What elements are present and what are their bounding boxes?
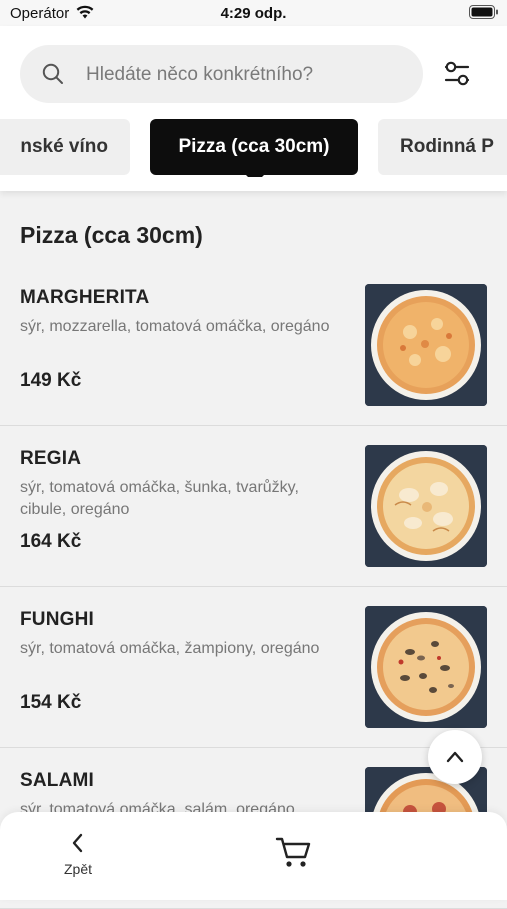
section-title: Pizza (cca 30cm) (20, 222, 203, 248)
item-description: sýr, tomatová omáčka, šunka, tvarůžky, c… (20, 479, 299, 518)
pizza-image[interactable] (365, 284, 487, 406)
item-price: 164 Kč (20, 531, 82, 552)
back-button[interactable]: Zpět (50, 832, 106, 884)
bottom-nav: Zpět (0, 812, 507, 900)
item-name: FUNGHI (20, 609, 95, 630)
search-icon (42, 63, 64, 90)
category-tabs: nské víno Pizza (cca 30cm) Rodinná P (0, 119, 507, 177)
pizza-image[interactable] (365, 606, 487, 728)
chevron-left-icon (68, 833, 88, 858)
item-description: sýr, mozzarella, tomatová omáčka, oregán… (20, 318, 330, 335)
tab-pizza[interactable]: Pizza (cca 30cm) (150, 119, 358, 175)
item-price: 149 Kč (20, 370, 82, 391)
battery-icon (469, 5, 499, 24)
cart-button[interactable] (274, 834, 314, 874)
item-price: 154 Kč (20, 692, 82, 713)
item-name: SALAMI (20, 770, 95, 791)
scroll-to-top-button[interactable] (428, 730, 482, 784)
clock: 4:29 odp. (220, 5, 287, 22)
item-name: MARGHERITA (20, 287, 150, 308)
filter-button[interactable] (440, 58, 474, 90)
header: nské víno Pizza (cca 30cm) Rodinná P (0, 26, 507, 191)
back-label: Zpět (63, 861, 92, 877)
filter-icon (440, 61, 474, 94)
pizza-image[interactable] (365, 445, 487, 567)
search-bar[interactable] (20, 45, 423, 105)
status-bar: Operátor 4:29 odp. (0, 0, 507, 26)
menu-item[interactable]: FUNGHI sýr, tomatová omáčka, žampiony, o… (0, 587, 507, 748)
active-tab-pointer (246, 175, 264, 177)
tab-wine[interactable]: nské víno (0, 119, 130, 175)
tab-family-pizza[interactable]: Rodinná P (378, 119, 507, 175)
item-description: sýr, tomatová omáčka, žampiony, oregáno (20, 640, 320, 657)
menu-item[interactable]: REGIA sýr, tomatová omáčka, šunka, tvarů… (0, 426, 507, 587)
search-input[interactable] (84, 45, 408, 105)
item-name: REGIA (20, 448, 82, 469)
menu-item[interactable]: MARGHERITA sýr, mozzarella, tomatová omá… (0, 265, 507, 426)
cart-icon (274, 837, 314, 874)
